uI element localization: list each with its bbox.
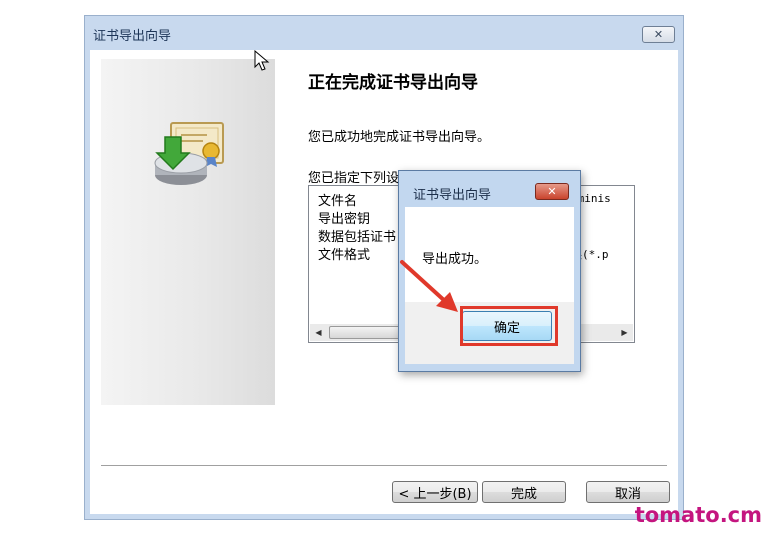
back-button[interactable]: < 上一步(B) [392, 481, 478, 503]
wizard-content: 正在完成证书导出向导 您已成功地完成证书导出向导。 您已指定下列设置 文件名 d… [90, 50, 678, 514]
settings-row-name: 文件名 [318, 194, 358, 209]
wizard-close-button[interactable]: ✕ [642, 26, 675, 43]
dialog-close-button[interactable]: ✕ [535, 183, 569, 200]
close-icon: ✕ [653, 28, 664, 41]
wizard-side-panel [101, 59, 275, 405]
cancel-button[interactable]: 取消 [586, 481, 670, 503]
scroll-right-icon[interactable]: ▶ [616, 324, 633, 341]
close-icon: ✕ [547, 185, 557, 198]
mouse-cursor-icon [254, 50, 270, 71]
settings-row-name: 数据包括证书 [318, 230, 397, 245]
settings-label: 您已指定下列设置 [308, 171, 413, 186]
certificate-export-icon [154, 122, 224, 185]
annotation-arrow-icon [400, 260, 458, 312]
wizard-titlebar[interactable]: 证书导出向导 ✕ [85, 16, 683, 50]
footer-separator [101, 465, 667, 467]
dialog-title: 证书导出向导 [413, 188, 492, 203]
watermark-text: tomato.cm [634, 503, 762, 527]
annotation-highlight-box [460, 306, 558, 346]
wizard-heading: 正在完成证书导出向导 [308, 73, 478, 93]
scroll-thumb[interactable] [329, 326, 409, 339]
settings-row-name: 文件格式 [318, 248, 371, 263]
wizard-title: 证书导出向导 [93, 29, 172, 44]
finish-button[interactable]: 完成 [482, 481, 566, 503]
scroll-left-icon[interactable]: ◀ [310, 324, 327, 341]
export-wizard-window: 证书导出向导 ✕ 正在完成证书导出向导 您已成功地完成证书导出向导。 您已指定下… [84, 15, 684, 520]
settings-row-name: 导出密钥 [318, 212, 371, 227]
wizard-description: 您已成功地完成证书导出向导。 [308, 130, 491, 145]
